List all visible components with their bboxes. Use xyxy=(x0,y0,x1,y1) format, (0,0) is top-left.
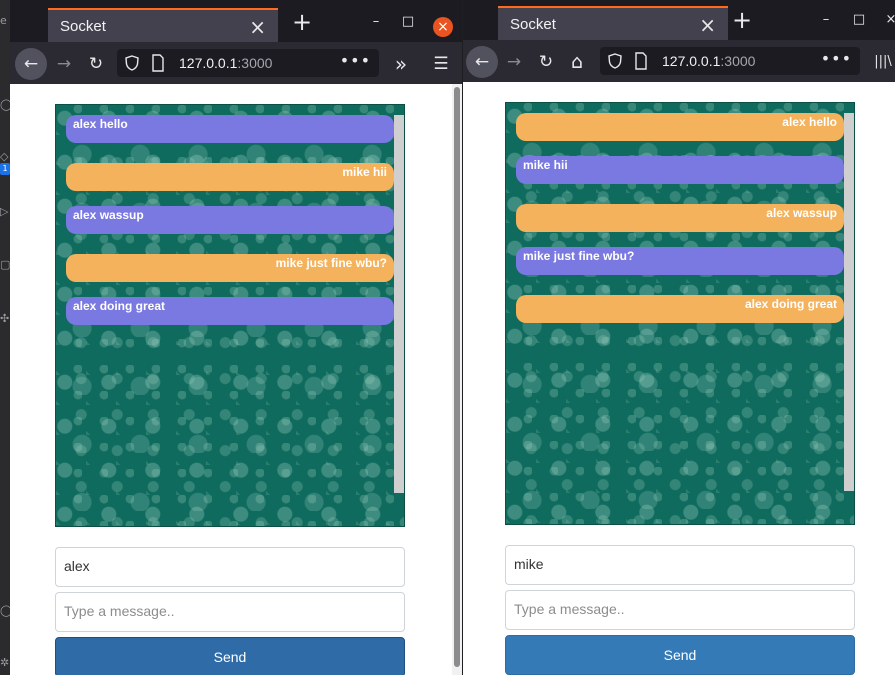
page-icon xyxy=(152,54,164,72)
forward-icon[interactable]: → xyxy=(498,46,530,78)
chat-message: alex hello xyxy=(66,115,394,143)
reload-icon[interactable]: ↻ xyxy=(80,48,112,80)
tab-title: Socket xyxy=(510,16,556,33)
url-text[interactable]: 127.0.0.1:3000 xyxy=(662,53,755,69)
tab-bar: Socket × + – □ × xyxy=(10,0,462,42)
chat-message: alex wassup xyxy=(516,204,844,232)
maximize-icon[interactable]: □ xyxy=(400,14,416,30)
window-close-icon[interactable]: × xyxy=(883,12,895,28)
chat-message: alex doing great xyxy=(516,295,844,323)
page-actions-icon[interactable]: ••• xyxy=(340,51,371,70)
tab-socket[interactable]: Socket × xyxy=(48,8,278,42)
browser-window-right: Socket × + – □ × ← → ↻ ⌂ 127.0.0.1:3000 … xyxy=(463,0,895,675)
reload-icon[interactable]: ↻ xyxy=(530,46,562,78)
tab-title: Socket xyxy=(60,18,106,35)
tab-bar: Socket × + – □ × xyxy=(463,0,895,40)
page-actions-icon[interactable]: ••• xyxy=(821,49,852,68)
send-button[interactable]: Send xyxy=(505,635,855,675)
chat-scrollbar[interactable] xyxy=(844,113,854,491)
name-input[interactable]: mike xyxy=(505,545,855,585)
page-content: alex hello mike hii alex wassup mike jus… xyxy=(463,82,895,675)
hamburger-menu-icon[interactable]: ☰ xyxy=(425,48,457,80)
chat-message: mike hii xyxy=(516,156,844,184)
chat-message: alex hello xyxy=(516,113,844,141)
new-tab-icon[interactable]: + xyxy=(289,9,315,35)
minimize-icon[interactable]: – xyxy=(818,12,834,28)
notification-badge: 1 xyxy=(0,163,10,175)
message-input[interactable]: Type a message.. xyxy=(505,590,855,630)
back-icon[interactable]: ← xyxy=(466,46,498,78)
home-icon[interactable]: ⌂ xyxy=(561,46,593,78)
minimize-icon[interactable]: – xyxy=(368,14,384,30)
library-icon[interactable]: |||\ xyxy=(867,46,895,78)
chat-message: alex doing great xyxy=(66,297,394,325)
url-text[interactable]: 127.0.0.1:3000 xyxy=(179,55,272,71)
name-input[interactable]: alex xyxy=(55,547,405,587)
url-bar[interactable]: 127.0.0.1:3000 ••• xyxy=(600,47,860,75)
chat-message: mike just fine wbu? xyxy=(66,254,394,282)
nav-toolbar: ← → ↻ ⌂ 127.0.0.1:3000 ••• |||\ xyxy=(463,40,895,82)
chat-scrollbar[interactable] xyxy=(394,115,404,493)
window-close-icon[interactable]: × xyxy=(433,17,453,37)
url-bar[interactable]: 127.0.0.1:3000 ••• xyxy=(117,49,379,77)
page-content: alex hello mike hii alex wassup mike jus… xyxy=(10,84,462,675)
back-icon[interactable]: ← xyxy=(15,48,47,80)
browser-window-left: Socket × + – □ × ← → ↻ 127.0.0.1:3000 ••… xyxy=(10,0,462,675)
forward-icon[interactable]: → xyxy=(48,48,80,80)
message-input[interactable]: Type a message.. xyxy=(55,592,405,632)
chat-message: mike just fine wbu? xyxy=(516,247,844,275)
chat-window[interactable]: alex hello mike hii alex wassup mike jus… xyxy=(55,104,405,527)
page-scrollbar[interactable] xyxy=(452,84,462,675)
tab-close-icon[interactable]: × xyxy=(249,15,266,39)
page-scrollbar-thumb[interactable] xyxy=(454,87,460,667)
chat-message: mike hii xyxy=(66,163,394,191)
chat-window[interactable]: alex hello mike hii alex wassup mike jus… xyxy=(505,102,855,525)
nav-toolbar: ← → ↻ 127.0.0.1:3000 ••• » ☰ xyxy=(10,42,462,84)
new-tab-icon[interactable]: + xyxy=(729,7,755,33)
maximize-icon[interactable]: □ xyxy=(851,12,867,28)
tab-close-icon[interactable]: × xyxy=(699,13,716,37)
chat-message: alex wassup xyxy=(66,206,394,234)
page-icon xyxy=(635,52,647,70)
shield-icon[interactable] xyxy=(125,55,139,71)
send-button[interactable]: Send xyxy=(55,637,405,675)
tab-socket[interactable]: Socket × xyxy=(498,6,728,40)
shield-icon[interactable] xyxy=(608,53,622,69)
overflow-menu-icon[interactable]: » xyxy=(385,48,417,80)
